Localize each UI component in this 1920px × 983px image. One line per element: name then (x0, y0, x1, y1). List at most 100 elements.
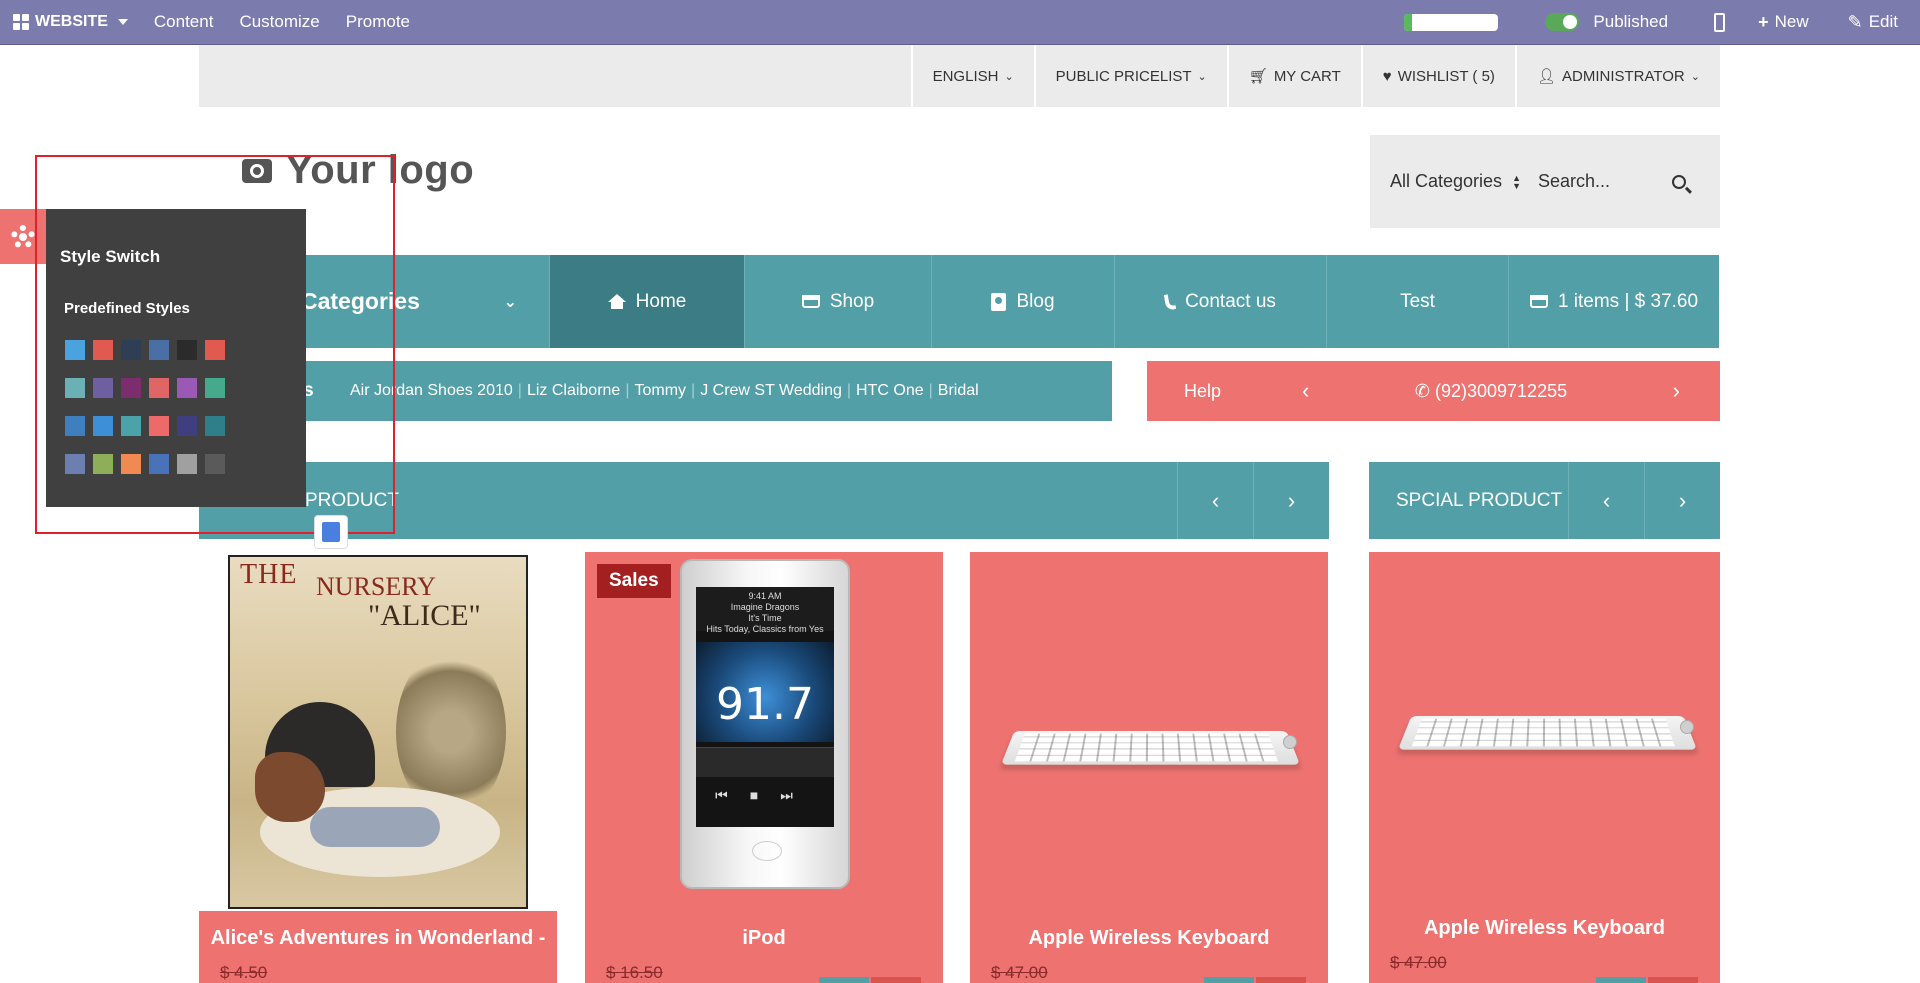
style-swatch[interactable] (121, 454, 141, 474)
product-title[interactable]: Apple Wireless Keyboard (970, 927, 1328, 950)
sales-badge: Sales (597, 564, 671, 598)
edit-button[interactable]: ✎ Edit (1835, 0, 1920, 44)
style-swatch[interactable] (93, 378, 113, 398)
style-swatch[interactable] (121, 340, 141, 360)
nav-contact-label: Contact us (1185, 290, 1276, 312)
style-swatch[interactable] (149, 378, 169, 398)
brand-link[interactable]: HTC One (851, 382, 929, 400)
style-swatch[interactable] (121, 416, 141, 436)
brand-link[interactable]: Bridal (933, 382, 984, 400)
product-title[interactable]: Apple Wireless Keyboard (1369, 917, 1720, 940)
product-card[interactable]: Sales 9:41 AM Imagine Dragons It's Time … (585, 552, 943, 983)
wishlist-label: WISHLIST ( 5) (1397, 67, 1495, 85)
categories-label: Categories (301, 288, 420, 314)
product-card[interactable]: Apple Wireless Keyboard $ 47.00 (1369, 552, 1720, 983)
product-card-footer: Alice's Adventures in Wonderland - $ 4.5… (199, 911, 557, 983)
keyboard-body (1000, 730, 1301, 765)
wishlist-button[interactable] (871, 977, 921, 983)
wishlist-link[interactable]: ♥ WISHLIST ( 5) (1360, 45, 1515, 107)
brand-link[interactable]: Tommy (629, 382, 691, 400)
nav-contact[interactable]: Contact us (1115, 255, 1327, 348)
toggle-switch-icon (1545, 13, 1580, 31)
product-card[interactable]: Apple Wireless Keyboard $ 47.00 (970, 552, 1328, 983)
published-label: Published (1593, 12, 1669, 31)
chevron-down-icon: ⌄ (1197, 70, 1207, 83)
home-icon (607, 294, 626, 309)
style-swatch[interactable] (93, 416, 113, 436)
apps-grid-icon (13, 14, 29, 30)
product-card[interactable]: THE NURSERY "ALICE" Alice's Adventures i… (199, 552, 557, 983)
brand-link[interactable]: J Crew ST Wedding (695, 382, 847, 400)
nav-blog[interactable]: Blog (932, 255, 1115, 348)
nav-shop[interactable]: Shop (745, 255, 932, 348)
nav-home[interactable]: Home (550, 255, 745, 348)
nav-cart-summary[interactable]: 1 items | $ 37.60 (1509, 255, 1719, 348)
style-swatch[interactable] (65, 416, 85, 436)
header-top-bar: ENGLISH ⌄ PUBLIC PRICELIST ⌄ 🛒︎ MY CART … (199, 45, 1720, 107)
add-to-cart-button[interactable] (1204, 977, 1254, 983)
user-icon: 👤︎ (1536, 68, 1556, 85)
add-to-cart-button[interactable] (1596, 977, 1646, 983)
style-switch-toggle[interactable] (0, 209, 46, 264)
mobile-preview-button[interactable] (1694, 0, 1745, 44)
help-prev-arrow-icon[interactable]: ‹ (1302, 378, 1309, 404)
book-cover-image: THE NURSERY "ALICE" (228, 555, 528, 909)
style-swatch[interactable] (205, 378, 225, 398)
style-swatch[interactable] (205, 416, 225, 436)
section-prev-arrow-icon[interactable]: ‹ (1177, 462, 1253, 539)
style-swatch[interactable] (93, 454, 113, 474)
style-swatch[interactable] (149, 340, 169, 360)
promote-menu[interactable]: Promote (333, 0, 423, 44)
logo-text: Your logo (286, 148, 475, 192)
style-swatch[interactable] (177, 416, 197, 436)
style-swatch[interactable] (65, 340, 85, 360)
category-select[interactable]: All Categories ▲ ▼ (1370, 171, 1538, 192)
style-swatch[interactable] (177, 340, 197, 360)
section-next-arrow-icon[interactable]: › (1253, 462, 1329, 539)
pricelist-dropdown[interactable]: PUBLIC PRICELIST ⌄ (1033, 45, 1227, 107)
published-toggle[interactable]: Published (1532, 0, 1694, 44)
style-swatch[interactable] (177, 454, 197, 474)
language-dropdown[interactable]: ENGLISH ⌄ (910, 45, 1034, 107)
website-menu[interactable]: WEBSITE (0, 0, 141, 44)
nav-home-label: Home (635, 290, 687, 312)
content-menu[interactable]: Content (141, 0, 227, 44)
style-swatch[interactable] (121, 378, 141, 398)
ipod-frequency: 91.7 (716, 679, 814, 730)
translate-icon[interactable] (314, 515, 348, 549)
wishlist-button[interactable] (1256, 977, 1306, 983)
ipod-song: It's Time (748, 613, 782, 623)
special-next-arrow-icon[interactable]: › (1644, 462, 1720, 539)
pencil-icon: ✎ (1847, 11, 1863, 32)
help-bar: Help ‹ ✆ (92)3009712255 › (1147, 361, 1720, 421)
brand-link[interactable]: Air Jordan Shoes 2010 (345, 382, 518, 400)
new-button[interactable]: + New (1745, 0, 1835, 44)
website-menu-label: WEBSITE (35, 13, 108, 30)
style-swatch[interactable] (149, 454, 169, 474)
brand-link[interactable]: Liz Claiborne (522, 382, 625, 400)
style-swatch[interactable] (177, 378, 197, 398)
customize-menu[interactable]: Customize (226, 0, 332, 44)
style-swatch[interactable] (149, 416, 169, 436)
style-swatch[interactable] (93, 340, 113, 360)
nav-shop-label: Shop (829, 290, 875, 312)
my-cart-link[interactable]: 🛒︎ MY CART (1226, 45, 1361, 107)
product-title[interactable]: iPod (585, 927, 943, 950)
search-icon[interactable] (1672, 174, 1686, 189)
style-swatch[interactable] (205, 340, 225, 360)
special-prev-arrow-icon[interactable]: ‹ (1568, 462, 1644, 539)
style-swatch[interactable] (65, 378, 85, 398)
user-dropdown[interactable]: 👤︎ ADMINISTRATOR ⌄ (1514, 45, 1720, 107)
product-price: $ 47.00 (991, 963, 1048, 982)
site-logo[interactable]: Your logo (242, 148, 474, 193)
product-title[interactable]: Alice's Adventures in Wonderland - (199, 927, 557, 950)
style-swatch[interactable] (65, 454, 85, 474)
help-next-arrow-icon[interactable]: › (1673, 378, 1720, 404)
search-input[interactable] (1538, 171, 1658, 192)
nav-test[interactable]: Test (1327, 255, 1509, 348)
keyboard-image (1000, 717, 1301, 777)
add-to-cart-button[interactable] (819, 977, 869, 983)
phone-icon: ✆ (1414, 380, 1435, 401)
style-swatch[interactable] (205, 454, 225, 474)
wishlist-button[interactable] (1648, 977, 1698, 983)
